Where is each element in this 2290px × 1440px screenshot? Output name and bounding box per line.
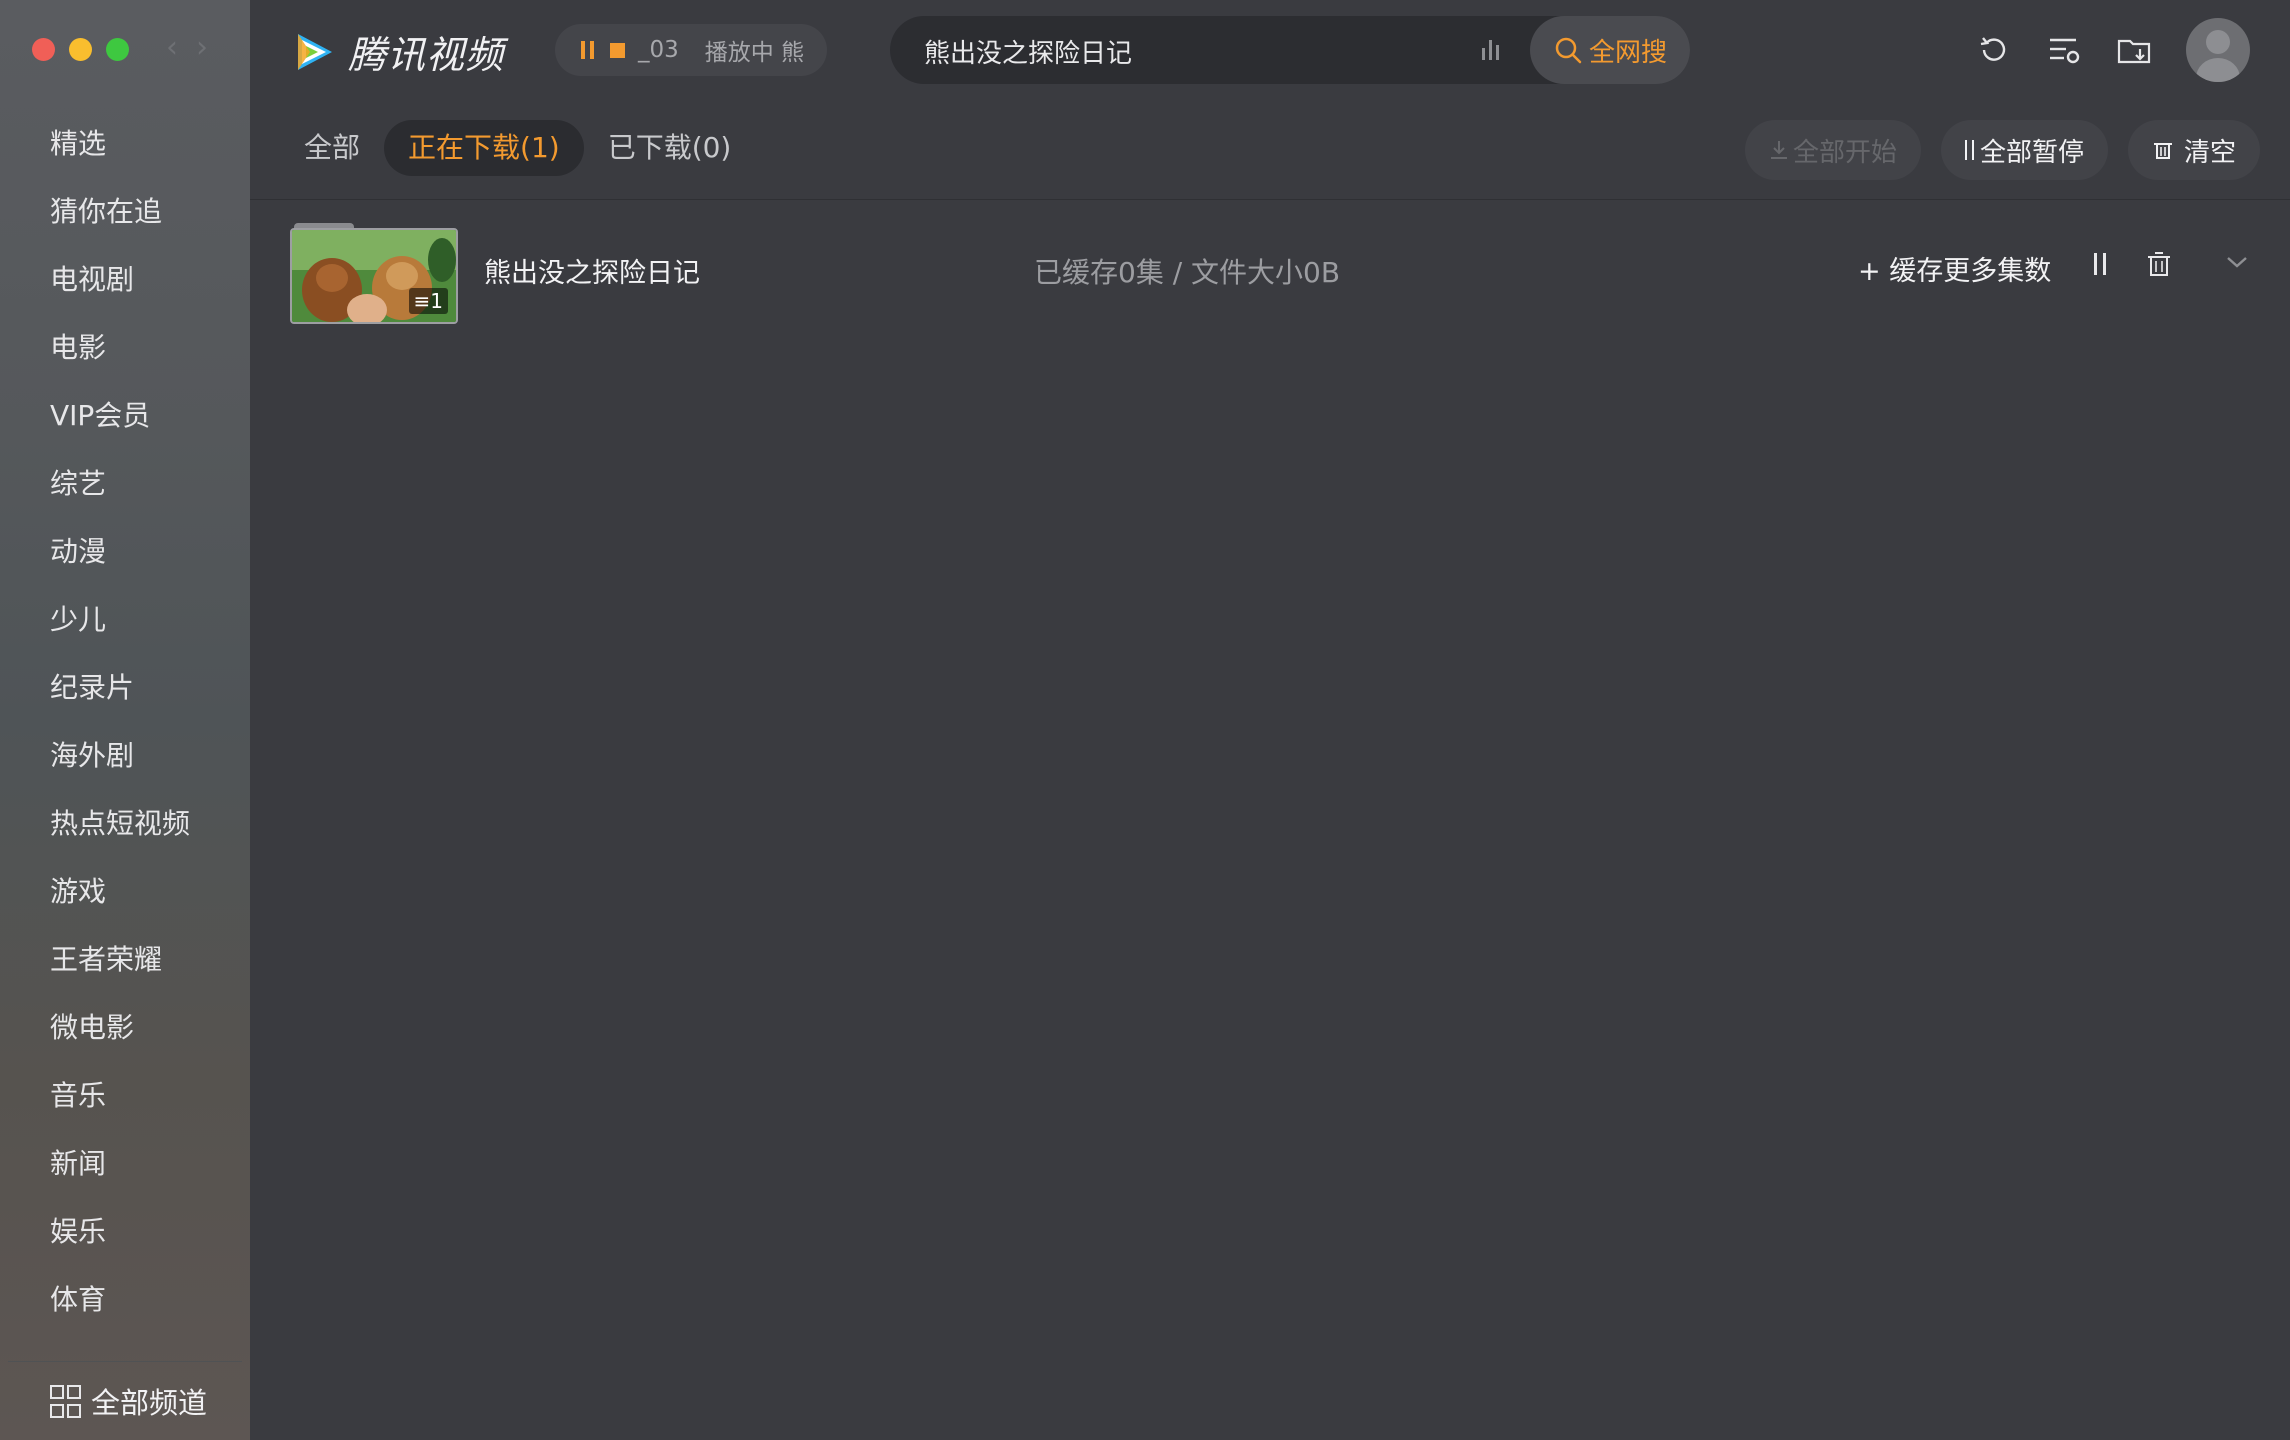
download-icon [1770, 141, 1787, 159]
search-bar: 全网搜 [890, 16, 1690, 86]
sidebar-item-tv[interactable]: 电视剧 [0, 246, 250, 314]
sidebar-item-entertainment[interactable]: 娱乐 [0, 1198, 250, 1266]
pause-download-icon[interactable] [2094, 253, 2106, 275]
mini-player[interactable]: _03 播放中 熊 [555, 24, 827, 76]
minimize-window-button[interactable] [69, 38, 92, 61]
sidebar-item-documentary[interactable]: 纪录片 [0, 654, 250, 722]
mini-player-status: 播放中 熊 [704, 40, 805, 66]
download-folder-icon[interactable] [2116, 32, 2152, 68]
main-content: 腾讯视频 _03 播放中 熊 全网搜 [250, 0, 2290, 1440]
cover-image: ≡1 [290, 228, 458, 324]
sidebar-item-movies[interactable]: 电影 [0, 314, 250, 382]
sidebar-item-variety[interactable]: 综艺 [0, 450, 250, 518]
pause-all-label: 全部暂停 [1979, 137, 2084, 168]
sidebar-item-kids[interactable]: 少儿 [0, 586, 250, 654]
grid-icon [50, 1384, 81, 1418]
bulk-actions: 全部开始 全部暂停 清空 [1744, 120, 2260, 180]
mini-player-episode: _03 [638, 37, 679, 63]
sidebar-item-nba[interactable]: NBA [0, 1334, 250, 1355]
search-input[interactable] [922, 16, 1456, 86]
search-all-label: 全网搜 [1588, 37, 1667, 68]
download-tabs: 全部 正在下载(1) 已下载(0) [280, 120, 755, 176]
chevron-down-icon[interactable] [2224, 249, 2250, 275]
divider [250, 199, 2290, 200]
pause-icon [1964, 140, 1974, 160]
tab-downloading[interactable]: 正在下载(1) [384, 120, 584, 176]
window-controls [32, 38, 129, 61]
sidebar-item-featured[interactable]: 精选 [0, 110, 250, 178]
sidebar-item-overseas[interactable]: 海外剧 [0, 722, 250, 790]
pause-all-button[interactable]: 全部暂停 [1940, 120, 2108, 180]
sidebar-item-following[interactable]: 猜你在追 [0, 178, 250, 246]
search-all-button[interactable]: 全网搜 [1530, 16, 1690, 84]
search-icon [1555, 37, 1582, 64]
zoom-window-button[interactable] [106, 38, 129, 61]
start-all-button[interactable]: 全部开始 [1744, 120, 1921, 180]
start-all-label: 全部开始 [1792, 137, 1897, 168]
sidebar-item-vip[interactable]: VIP会员 [0, 382, 250, 450]
episode-count-badge: ≡1 [408, 288, 448, 314]
clear-label: 清空 [2183, 137, 2236, 168]
app-name: 腾讯视频 [348, 33, 505, 77]
download-toolbar: 全部 正在下载(1) 已下载(0) 全部开始 全部暂停 清空 [250, 120, 2290, 180]
sidebar-item-short-video[interactable]: 热点短视频 [0, 790, 250, 858]
download-row[interactable]: ≡1 熊出没之探险日记 已缓存0集 / 文件大小0B + 缓存更多集数 [290, 215, 2260, 325]
sidebar-item-music[interactable]: 音乐 [0, 1062, 250, 1130]
all-channels-button[interactable]: 全部频道 [8, 1361, 242, 1440]
sidebar-item-news[interactable]: 新闻 [0, 1130, 250, 1198]
equalizer-icon[interactable] [1482, 40, 1499, 60]
avatar[interactable] [2186, 18, 2250, 82]
channel-list: 精选 猜你在追 电视剧 电影 VIP会员 综艺 动漫 少儿 纪录片 海外剧 热点… [0, 110, 250, 1355]
header-icons [1976, 18, 2250, 82]
folder-thumbnail[interactable]: ≡1 [290, 223, 458, 324]
download-title[interactable]: 熊出没之探险日记 [484, 251, 700, 290]
sidebar-item-sports[interactable]: 体育 [0, 1266, 250, 1334]
history-icon[interactable] [1976, 32, 2012, 68]
tencent-video-logo-icon [298, 33, 332, 70]
trash-icon [2153, 143, 2172, 159]
plus-icon: + [1858, 256, 1890, 287]
forward-arrow-icon[interactable]: › [196, 30, 208, 65]
top-bar: 腾讯视频 _03 播放中 熊 全网搜 [250, 0, 2290, 102]
cache-more-episodes-button[interactable]: + 缓存更多集数 [1858, 249, 2051, 288]
sidebar-item-micro-film[interactable]: 微电影 [0, 994, 250, 1062]
sidebar-item-games[interactable]: 游戏 [0, 858, 250, 926]
sidebar-item-honor-of-kings[interactable]: 王者荣耀 [0, 926, 250, 994]
delete-download-icon[interactable] [2146, 251, 2172, 279]
history-nav: ‹ › [166, 30, 208, 65]
all-channels-label: 全部频道 [91, 1386, 208, 1420]
cache-more-label: 缓存更多集数 [1889, 256, 2052, 287]
close-window-button[interactable] [32, 38, 55, 61]
tab-all[interactable]: 全部 [280, 120, 384, 176]
sidebar: ‹ › 精选 猜你在追 电视剧 电影 VIP会员 综艺 动漫 少儿 纪录片 海外… [0, 0, 250, 1440]
playlist-icon[interactable] [2046, 32, 2082, 68]
sidebar-item-anime[interactable]: 动漫 [0, 518, 250, 586]
clear-button[interactable]: 清空 [2127, 120, 2260, 180]
download-status: 已缓存0集 / 文件大小0B [1034, 256, 1341, 289]
back-arrow-icon[interactable]: ‹ [166, 30, 178, 65]
mini-stop-icon[interactable] [610, 42, 625, 58]
app-logo[interactable]: 腾讯视频 [290, 24, 504, 79]
tab-downloaded[interactable]: 已下载(0) [584, 120, 756, 176]
mini-pause-icon[interactable] [581, 41, 594, 59]
